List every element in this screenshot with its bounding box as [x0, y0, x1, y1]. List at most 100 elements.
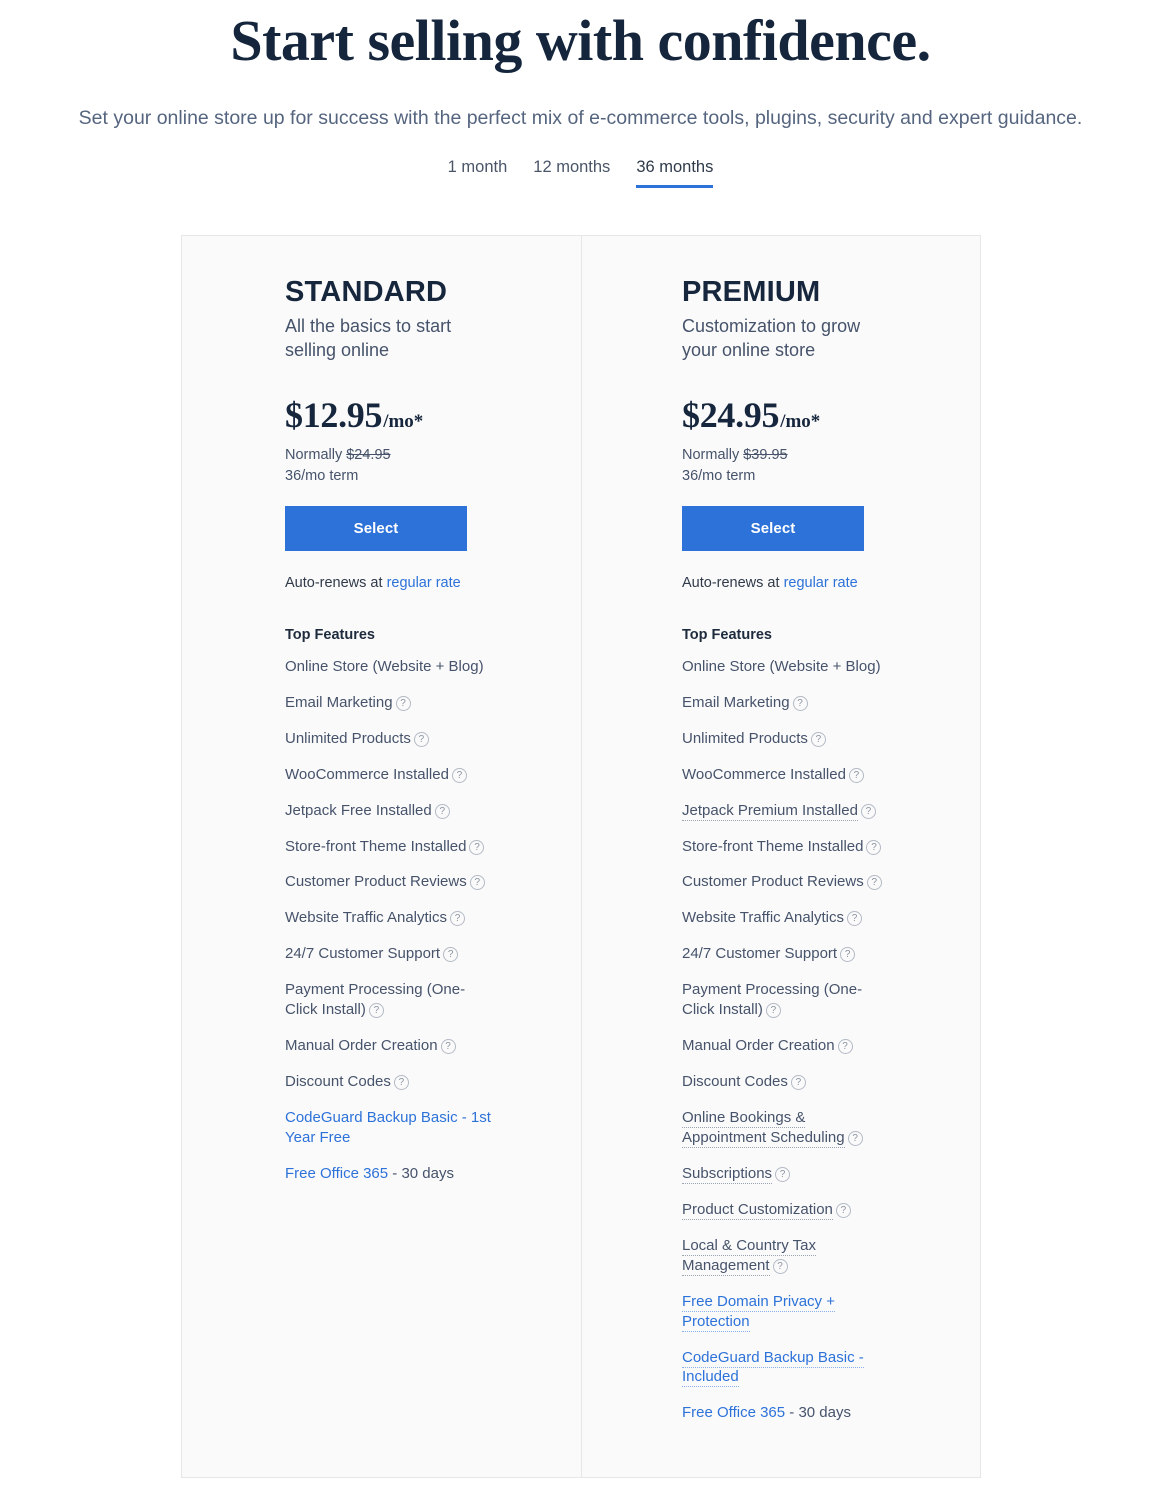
feature-item: Discount Codes?	[682, 1072, 890, 1092]
help-icon[interactable]: ?	[860, 803, 876, 819]
select-button[interactable]: Select	[285, 505, 467, 551]
select-button[interactable]: Select	[682, 505, 864, 551]
feature-label: CodeGuard Backup Basic - 1st Year Free	[285, 1109, 491, 1146]
help-icon[interactable]: ?	[847, 911, 863, 927]
feature-item[interactable]: Free Domain Privacy + Protection	[682, 1292, 890, 1332]
normally-price: $39.95	[743, 446, 788, 463]
help-icon[interactable]: ?	[440, 1039, 456, 1055]
help-icon[interactable]: ?	[790, 1075, 806, 1091]
plan-column-standard: STANDARD All the basics to start selling …	[182, 236, 581, 1477]
help-icon[interactable]: ?	[847, 1130, 863, 1146]
help-icon[interactable]: ?	[434, 803, 450, 819]
help-icon[interactable]: ?	[450, 911, 466, 927]
auto-renew-note: Auto-renews at regular rate	[682, 575, 940, 591]
help-icon[interactable]: ?	[775, 1166, 791, 1182]
auto-renew-prefix: Auto-renews at	[285, 574, 387, 591]
feature-label: Free Office 365	[285, 1164, 389, 1182]
term-note: 36/mo term	[285, 467, 359, 484]
feature-item: Store-front Theme Installed?	[682, 837, 890, 857]
feature-label: WooCommerce Installed	[682, 765, 846, 783]
feature-item: Online Store (Website + Blog)	[682, 657, 890, 677]
feature-label: Unlimited Products	[285, 729, 411, 747]
term-tab-12-months[interactable]: 12 months	[533, 158, 610, 188]
price-amount: $24.95	[682, 394, 780, 435]
feature-label: Discount Codes	[682, 1073, 788, 1091]
feature-item: Customer Product Reviews?	[285, 872, 493, 892]
plan-tagline: Customization to grow your online store	[682, 316, 861, 360]
feature-label: 24/7 Customer Support	[285, 945, 441, 963]
feature-label: Jetpack Premium Installed	[682, 801, 858, 821]
feature-item: Manual Order Creation?	[682, 1036, 890, 1056]
feature-item: Jetpack Free Installed?	[285, 801, 493, 821]
help-icon[interactable]: ?	[469, 875, 485, 891]
feature-label: Website Traffic Analytics	[285, 909, 448, 927]
help-icon[interactable]: ?	[395, 695, 411, 711]
feature-label: CodeGuard Backup Basic - Included	[682, 1348, 864, 1388]
feature-item: WooCommerce Installed?	[682, 765, 890, 785]
feature-label: Product Customization	[682, 1200, 833, 1220]
feature-label: Email Marketing	[682, 693, 790, 711]
feature-item: 24/7 Customer Support?	[682, 944, 890, 964]
regular-rate-link[interactable]: regular rate	[784, 575, 858, 591]
help-icon[interactable]: ?	[792, 695, 808, 711]
feature-item: Unlimited Products?	[285, 729, 493, 749]
feature-label: Customer Product Reviews	[285, 873, 467, 891]
feature-label: Free Domain Privacy + Protection	[682, 1292, 835, 1332]
plan-column-premium: PREMIUM Customization to grow your online…	[581, 236, 980, 1477]
feature-label: Discount Codes	[285, 1073, 391, 1091]
regular-rate-link[interactable]: regular rate	[387, 575, 461, 591]
feature-item[interactable]: CodeGuard Backup Basic - 1st Year Free	[285, 1108, 493, 1148]
feature-label: Online Store (Website + Blog)	[285, 657, 484, 675]
help-icon[interactable]: ?	[451, 767, 467, 783]
term-tab-group[interactable]: 1 month 12 months 36 months	[0, 158, 1161, 188]
feature-item: Payment Processing (One-Click Install)?	[682, 980, 890, 1020]
feature-item: Product Customization?	[682, 1200, 890, 1220]
feature-item: 24/7 Customer Support?	[285, 944, 493, 964]
feature-item[interactable]: Free Office 365 - 30 days	[285, 1164, 493, 1184]
help-icon[interactable]: ?	[765, 1003, 781, 1019]
term-tab-1-month[interactable]: 1 month	[448, 158, 508, 188]
help-icon[interactable]: ?	[835, 1202, 851, 1218]
help-icon[interactable]: ?	[866, 839, 882, 855]
help-icon[interactable]: ?	[866, 875, 882, 891]
feature-item: Jetpack Premium Installed?	[682, 801, 890, 821]
plan-price-note: Normally $39.95 36/mo term	[682, 445, 940, 487]
plan-name: PREMIUM	[682, 276, 821, 308]
feature-item: Local & Country Tax Management?	[682, 1236, 890, 1276]
help-icon[interactable]: ?	[368, 1003, 384, 1019]
help-icon[interactable]: ?	[413, 731, 429, 747]
price-period: /mo*	[780, 410, 821, 432]
feature-label: Website Traffic Analytics	[682, 909, 845, 927]
feature-item: Email Marketing?	[682, 693, 890, 713]
feature-label: Free Office 365	[682, 1404, 786, 1422]
normally-label: Normally	[285, 446, 343, 463]
plan-name: STANDARD	[285, 276, 448, 308]
feature-item[interactable]: Free Office 365 - 30 days	[682, 1403, 890, 1423]
help-icon[interactable]: ?	[810, 731, 826, 747]
auto-renew-prefix: Auto-renews at	[682, 574, 784, 591]
feature-item: Store-front Theme Installed?	[285, 837, 493, 857]
features-heading: Top Features	[682, 626, 772, 643]
term-tab-36-months[interactable]: 36 months	[636, 158, 714, 188]
help-icon[interactable]: ?	[469, 839, 485, 855]
feature-label: Manual Order Creation	[285, 1037, 438, 1055]
help-icon[interactable]: ?	[443, 947, 459, 963]
price-period: /mo*	[383, 410, 424, 432]
help-icon[interactable]: ?	[772, 1258, 788, 1274]
feature-suffix: - 30 days	[388, 1164, 454, 1182]
features-list: Online Store (Website + Blog) Email Marke…	[682, 657, 940, 1424]
help-icon[interactable]: ?	[837, 1039, 853, 1055]
plan-tagline: All the basics to start selling online	[285, 316, 452, 360]
normally-label: Normally	[682, 446, 740, 463]
feature-item: Unlimited Products?	[682, 729, 890, 749]
feature-label: 24/7 Customer Support	[682, 945, 838, 963]
help-icon[interactable]: ?	[848, 767, 864, 783]
feature-item[interactable]: CodeGuard Backup Basic - Included	[682, 1348, 890, 1388]
normally-price: $24.95	[346, 446, 391, 463]
page-title: Start selling with confidence.	[230, 8, 931, 73]
help-icon[interactable]: ?	[393, 1075, 409, 1091]
feature-item: Payment Processing (One-Click Install)?	[285, 980, 493, 1020]
feature-item: WooCommerce Installed?	[285, 765, 493, 785]
help-icon[interactable]: ?	[840, 947, 856, 963]
feature-label: Customer Product Reviews	[682, 873, 864, 891]
